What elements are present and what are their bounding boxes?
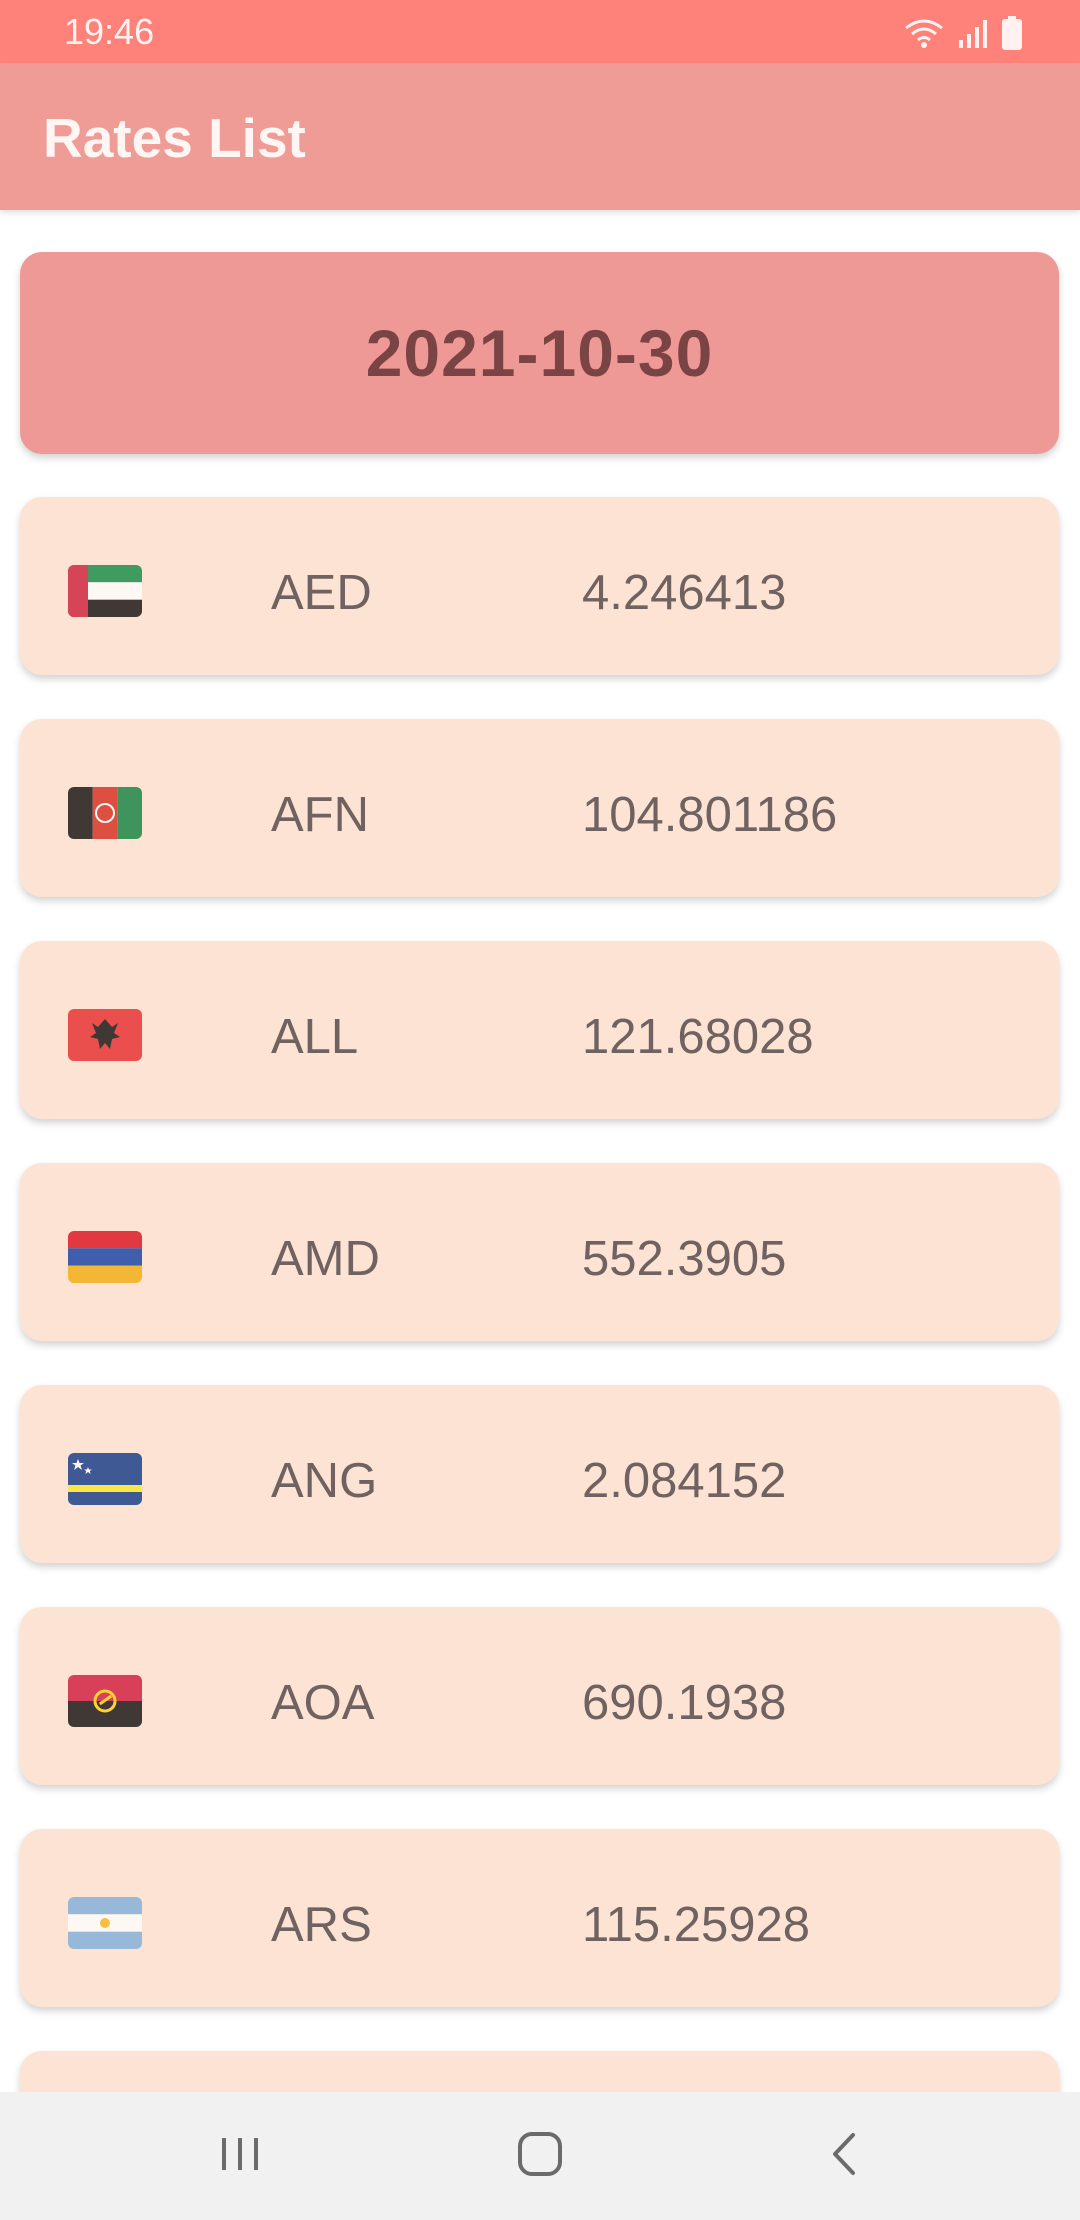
currency-code: ARS	[271, 1898, 372, 1952]
status-icons	[904, 14, 1022, 50]
currency-rate: 121.68028	[582, 1010, 814, 1064]
currency-rate: 104.801186	[582, 788, 838, 842]
date-card: 2021-10-30	[20, 252, 1059, 454]
rate-card-aed[interactable]: AED 4.246413	[20, 497, 1059, 675]
back-icon	[829, 2131, 859, 2182]
wifi-icon	[904, 18, 944, 50]
battery-icon	[1002, 16, 1022, 50]
flag-afghanistan-icon	[68, 787, 142, 839]
currency-rate: 552.3905	[582, 1232, 787, 1286]
flag-albania-icon	[68, 1009, 142, 1061]
flag-argentina-icon	[68, 1897, 142, 1949]
currency-code: AFN	[271, 788, 369, 842]
currency-code: ANG	[271, 1454, 378, 1508]
rate-card-ang[interactable]: ANG 2.084152	[20, 1385, 1059, 1563]
recent-apps-icon	[218, 2134, 262, 2179]
rate-card-partial[interactable]	[20, 2051, 1059, 2092]
system-nav-bar	[0, 2092, 1080, 2220]
currency-rate: 115.25928	[582, 1898, 810, 1952]
flag-armenia-icon	[68, 1231, 142, 1283]
signal-icon	[958, 18, 988, 50]
recent-apps-button[interactable]	[200, 2120, 280, 2192]
flag-uae-icon	[68, 565, 142, 617]
currency-code: AED	[271, 566, 372, 620]
currency-rate: 2.084152	[582, 1454, 787, 1508]
rate-card-aoa[interactable]: AOA 690.1938	[20, 1607, 1059, 1785]
home-button[interactable]	[500, 2120, 580, 2192]
currency-rate: 4.246413	[582, 566, 787, 620]
rate-card-ars[interactable]: ARS 115.25928	[20, 1829, 1059, 2007]
currency-rate: 690.1938	[582, 1676, 787, 1730]
back-button[interactable]	[804, 2120, 884, 2192]
status-bar: 19:46	[0, 0, 1080, 63]
screen: 2021-10-30 AED 4.246413 AFN 104.801186 A…	[0, 0, 1080, 2220]
home-icon	[517, 2131, 563, 2182]
currency-code: ALL	[271, 1010, 359, 1064]
currency-code: AMD	[271, 1232, 380, 1286]
app-bar: Rates List	[0, 63, 1080, 210]
rate-card-afn[interactable]: AFN 104.801186	[20, 719, 1059, 897]
currency-code: AOA	[271, 1676, 375, 1730]
flag-angola-icon	[68, 1675, 142, 1727]
rate-card-amd[interactable]: AMD 552.3905	[20, 1163, 1059, 1341]
rates-list[interactable]: 2021-10-30 AED 4.246413 AFN 104.801186 A…	[0, 0, 1080, 2092]
rate-card-all[interactable]: ALL 121.68028	[20, 941, 1059, 1119]
page-title: Rates List	[43, 107, 306, 169]
status-time: 19:46	[64, 11, 155, 52]
flag-curacao-icon	[68, 1453, 142, 1505]
date-text: 2021-10-30	[365, 316, 714, 390]
